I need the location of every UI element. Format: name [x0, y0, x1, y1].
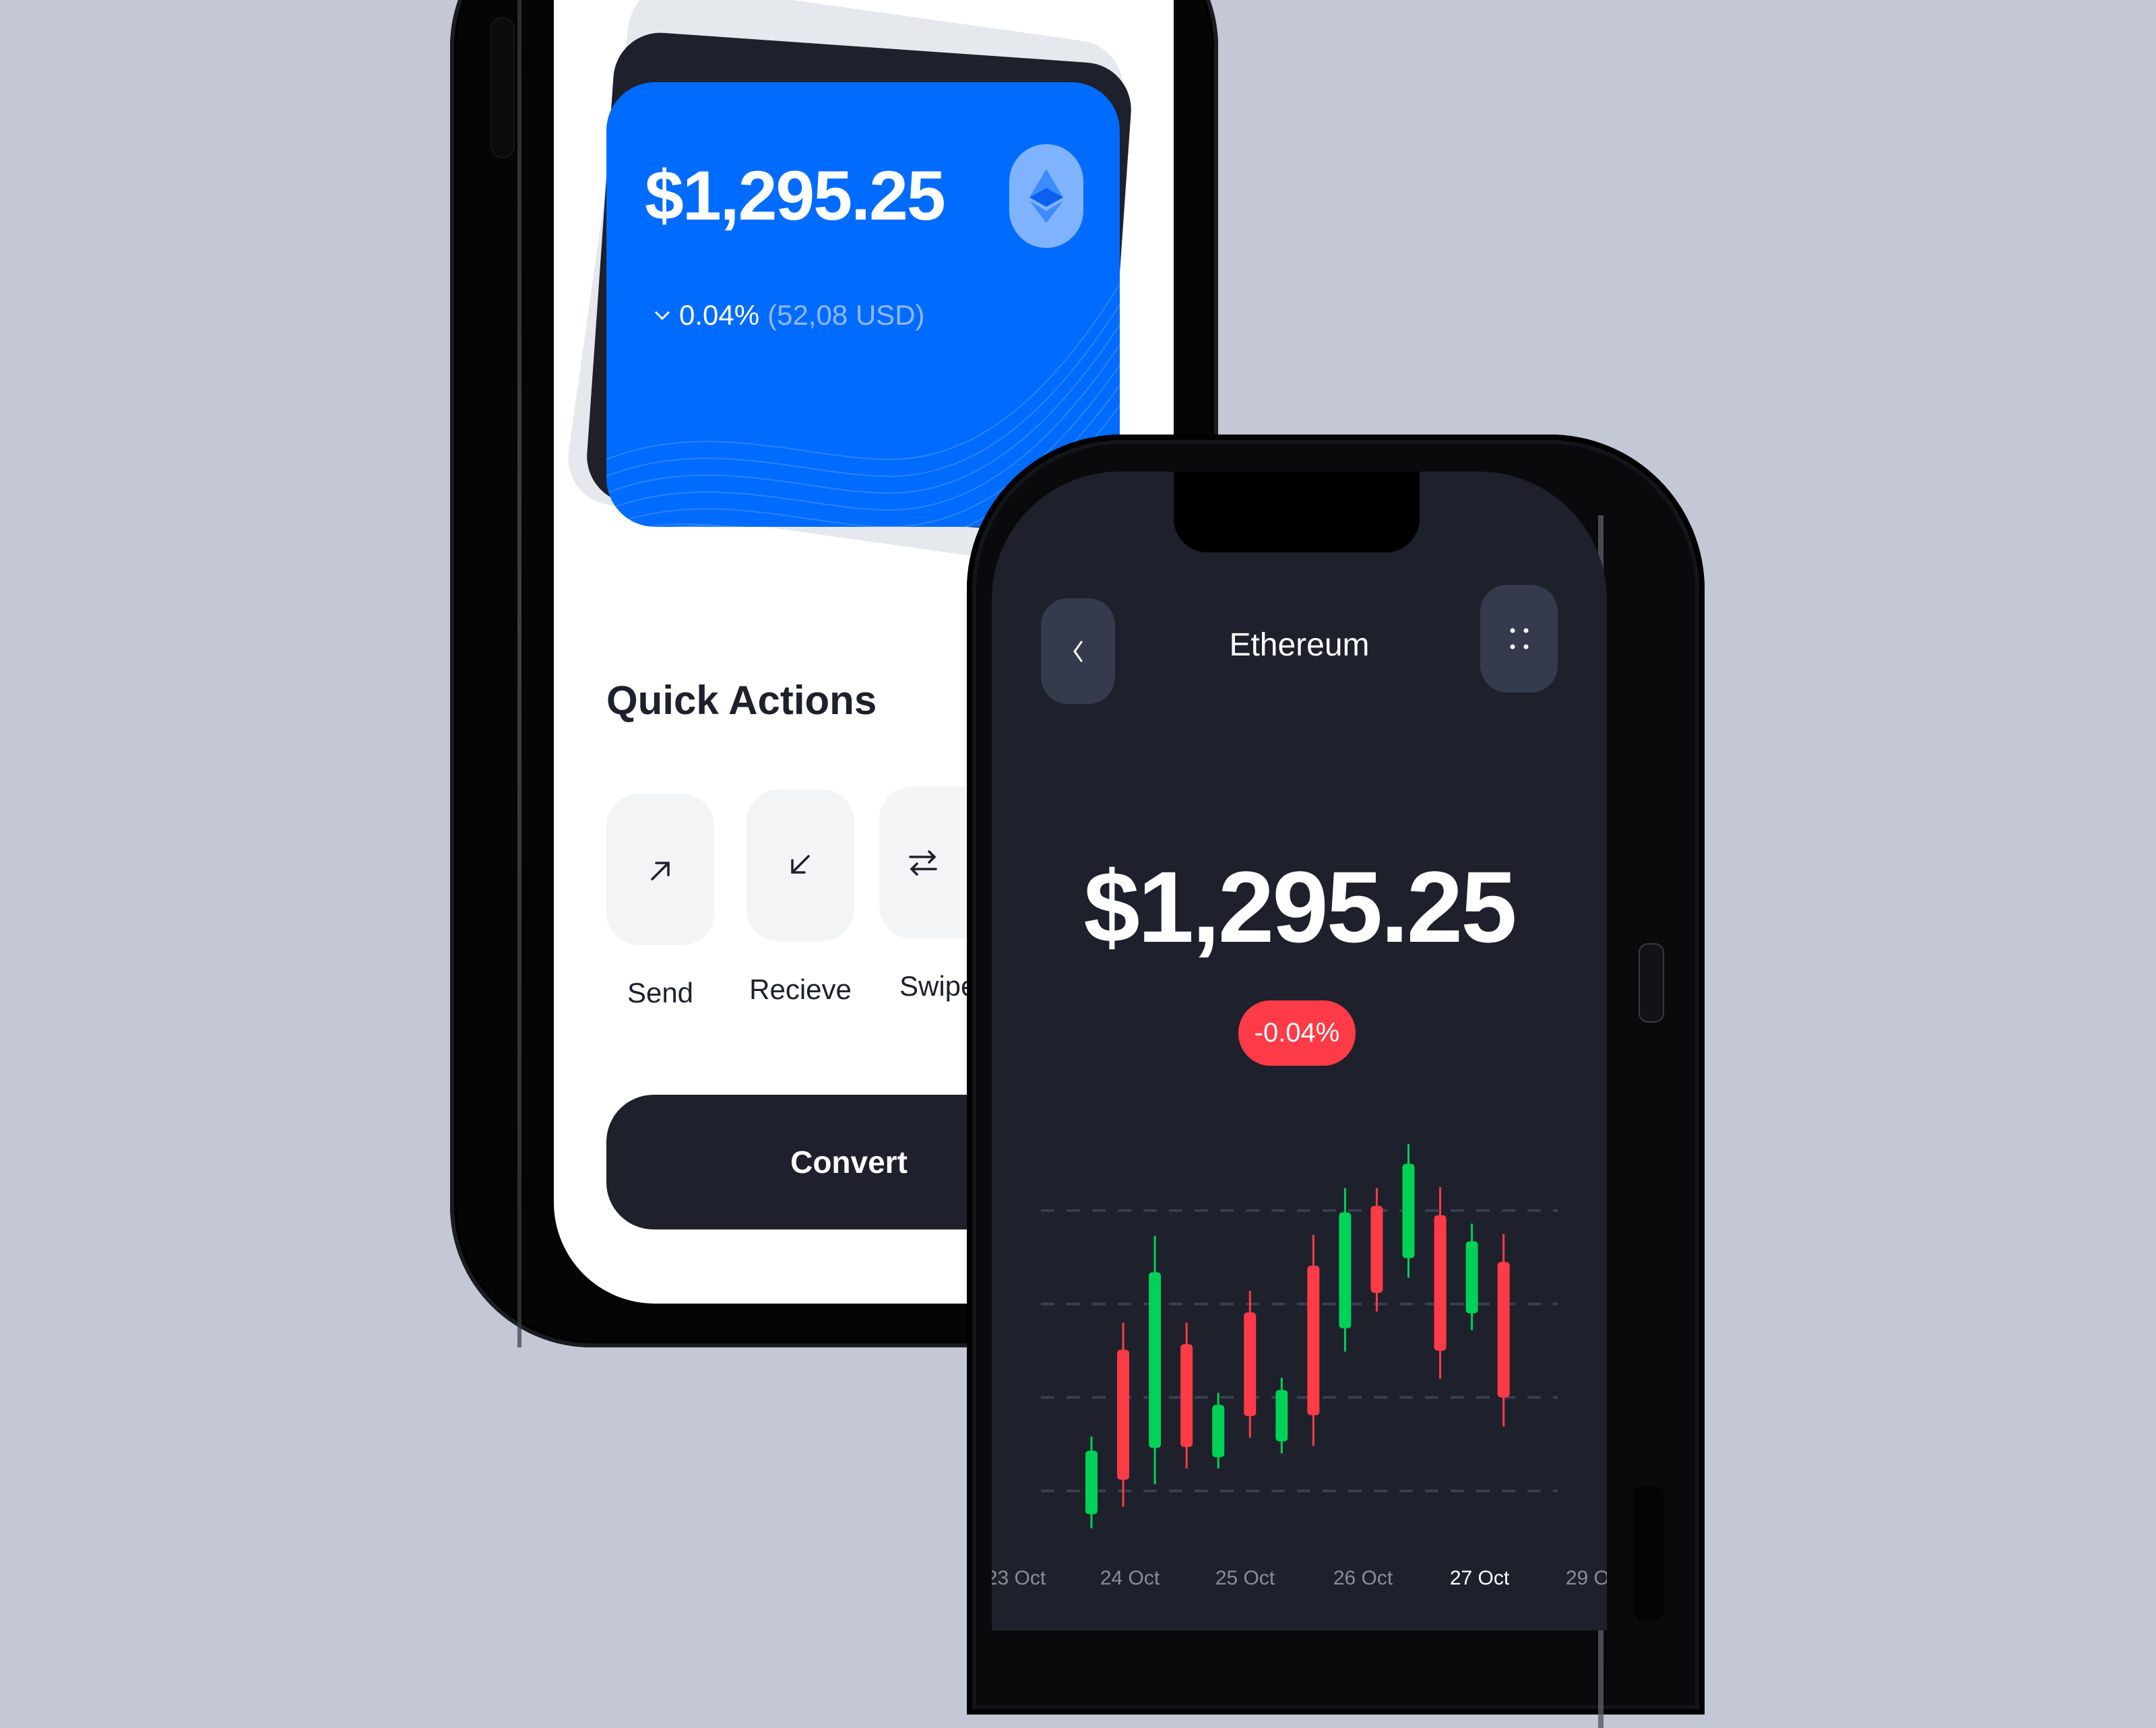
- card-change-percent: 0.04%: [679, 299, 760, 331]
- candlestick-chart[interactable]: 23 Oct 24 Oct 25 Oct 26 Oct 27 Oct 29 Oct: [992, 1078, 1607, 1630]
- x-tick-label[interactable]: 23 Oct: [992, 1567, 1046, 1589]
- quick-actions-title: Quick Actions: [606, 678, 877, 723]
- candle-9: [1339, 1188, 1352, 1352]
- phone-notch: [1174, 472, 1420, 552]
- price-change-badge: -0.04%: [1238, 1000, 1356, 1066]
- candle-3: [1149, 1236, 1162, 1485]
- swipe-button[interactable]: [879, 787, 967, 938]
- candle-body: [1307, 1265, 1320, 1415]
- receive-label: Recieve: [749, 973, 852, 1005]
- candle-body: [1085, 1450, 1098, 1514]
- candle-13: [1465, 1223, 1478, 1331]
- candle-body: [1117, 1349, 1130, 1480]
- receive-button[interactable]: [747, 790, 854, 941]
- candle-6: [1244, 1291, 1257, 1438]
- side-button: [490, 17, 515, 158]
- candle-5: [1212, 1393, 1225, 1469]
- candle-body: [1465, 1241, 1478, 1314]
- candle-8: [1307, 1234, 1320, 1446]
- candle-body: [1339, 1212, 1352, 1329]
- candle-4: [1180, 1322, 1193, 1469]
- candle-1: [1085, 1436, 1098, 1529]
- chevron-down-icon: [654, 311, 670, 321]
- x-tick-label[interactable]: 29 Oct: [1566, 1567, 1607, 1589]
- arrow-up-right-icon: [651, 861, 670, 881]
- four-dots-icon: [1510, 628, 1528, 649]
- card-change: 0.04% (52,08 USD): [654, 299, 925, 331]
- x-tick-label[interactable]: 25 Oct: [1215, 1567, 1275, 1589]
- candle-body: [1180, 1344, 1193, 1447]
- coin-price: $1,295.25: [1083, 850, 1517, 963]
- candle-body: [1149, 1272, 1162, 1448]
- candle-7: [1275, 1378, 1288, 1454]
- send-button[interactable]: [606, 794, 714, 945]
- card-change-usd: (52,08 USD): [767, 299, 925, 331]
- candle-body: [1212, 1405, 1225, 1458]
- side-button-lower: [1633, 1485, 1664, 1620]
- ethereum-icon: [1009, 144, 1083, 248]
- arrow-down-left-icon: [791, 854, 810, 874]
- swap-arrows-icon: [909, 850, 937, 876]
- candle-2: [1117, 1322, 1130, 1507]
- candle-body: [1275, 1390, 1288, 1442]
- x-tick-label[interactable]: 26 Oct: [1333, 1567, 1393, 1589]
- chart-candles: [1085, 1144, 1510, 1529]
- candle-body: [1497, 1262, 1510, 1398]
- candle-body: [1402, 1163, 1415, 1258]
- candle-body: [1244, 1312, 1257, 1417]
- candle-12: [1434, 1187, 1447, 1379]
- candle-body: [1370, 1205, 1383, 1293]
- send-label: Send: [627, 977, 694, 1009]
- candle-10: [1370, 1188, 1383, 1312]
- candle-11: [1402, 1144, 1415, 1278]
- coin-detail-screen: Ethereum $1,295.25 -0.04% 23 Oct 24 Oct 25…: [992, 472, 1607, 1630]
- candle-body: [1434, 1215, 1447, 1351]
- card-balance: $1,295.25: [645, 157, 946, 235]
- side-button: [1639, 943, 1664, 1023]
- chart-x-axis: 23 Oct 24 Oct 25 Oct 26 Oct 27 Oct 29 Oct: [992, 1567, 1607, 1589]
- swipe-label: Swipe: [899, 970, 977, 1002]
- x-tick-label[interactable]: 27 Oct: [1450, 1567, 1510, 1589]
- frame-rail: [517, 0, 521, 1347]
- menu-button[interactable]: [1480, 585, 1558, 693]
- x-tick-label[interactable]: 24 Oct: [1100, 1567, 1160, 1589]
